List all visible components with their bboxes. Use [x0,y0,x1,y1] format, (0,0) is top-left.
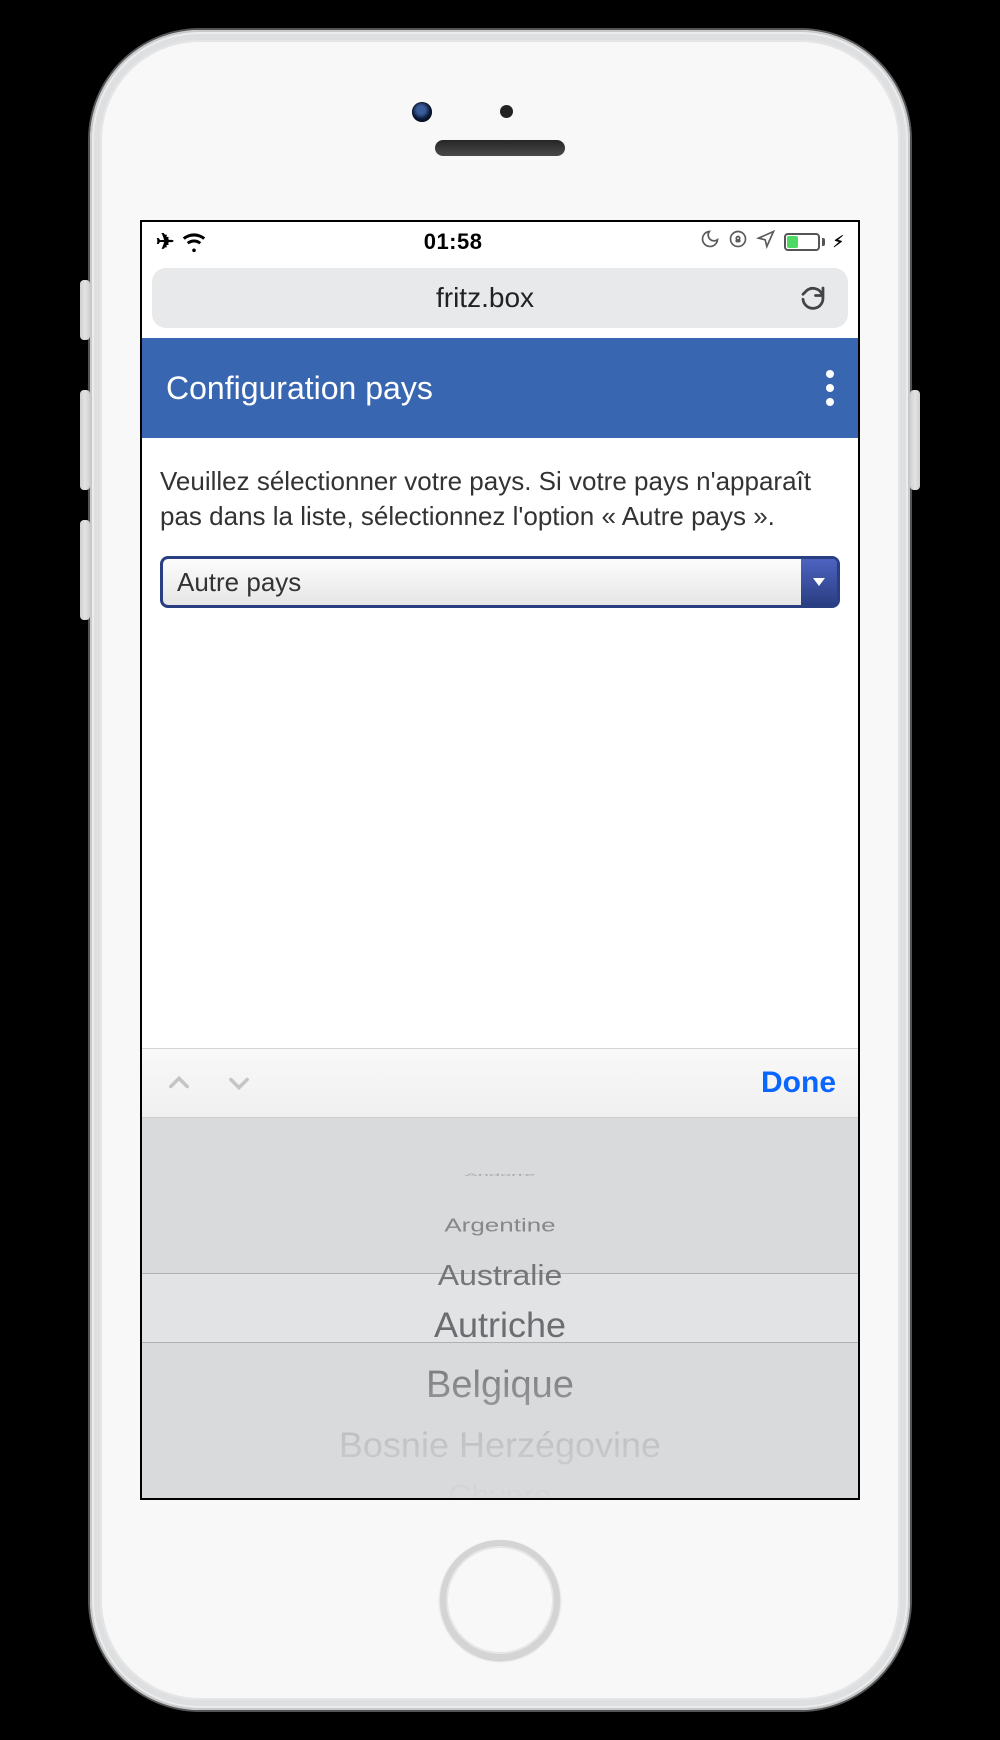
phone-frame: ✈︎ 01:58 [90,30,910,1710]
picker-item[interactable]: Bosnie Herzégovine [339,1421,661,1470]
next-field-icon[interactable] [224,1069,254,1097]
done-button[interactable]: Done [761,1066,836,1100]
prev-field-icon[interactable] [164,1069,194,1097]
picker-item[interactable]: Autriche [434,1301,566,1350]
more-menu-icon[interactable] [826,370,834,406]
battery-icon [784,233,825,251]
phone-bezel: ✈︎ 01:58 [100,40,900,1700]
url-bar[interactable]: fritz.box [152,268,848,328]
chevron-down-icon [801,559,837,605]
mute-switch[interactable] [80,280,90,340]
page-title: Configuration pays [166,370,433,407]
instruction-text: Veuillez sélectionner votre pays. Si vot… [160,464,840,534]
picker-item-selected[interactable]: Belgique [426,1350,574,1420]
volume-up-button[interactable] [80,390,90,490]
do-not-disturb-icon [700,229,720,255]
wifi-icon [182,230,206,254]
url-bar-container: fritz.box [142,262,858,338]
volume-down-button[interactable] [80,520,90,620]
earpiece-speaker [435,140,565,156]
airplane-mode-icon: ✈︎ [156,229,174,255]
page-header: Configuration pays [142,338,858,438]
screen: ✈︎ 01:58 [140,220,860,1500]
picker-item[interactable]: Andorre [464,1170,535,1180]
reload-icon[interactable] [798,283,828,313]
country-select[interactable]: Autre pays [160,556,840,608]
picker-wheel[interactable]: Andorre Argentine Australie Autriche Bel… [142,1118,858,1498]
proximity-sensor [500,105,513,118]
power-button[interactable] [910,390,920,490]
country-select-value: Autre pays [177,567,301,598]
picker-item[interactable]: Australie [438,1253,563,1298]
charging-icon: ⚡︎ [833,232,844,252]
home-button[interactable] [440,1540,560,1660]
url-host: fritz.box [172,282,798,314]
status-right: ⚡︎ [700,229,844,255]
page-content: Veuillez sélectionner votre pays. Si vot… [142,438,858,1048]
status-left: ✈︎ [156,229,206,255]
location-icon [756,229,776,255]
orientation-lock-icon [728,229,748,255]
status-bar: ✈︎ 01:58 [142,222,858,262]
picker-item[interactable]: Argentine [444,1207,555,1243]
status-time: 01:58 [206,229,699,255]
picker-item[interactable]: Chypre [448,1473,551,1499]
keyboard-accessory-bar: Done [142,1048,858,1118]
front-camera [412,102,432,122]
